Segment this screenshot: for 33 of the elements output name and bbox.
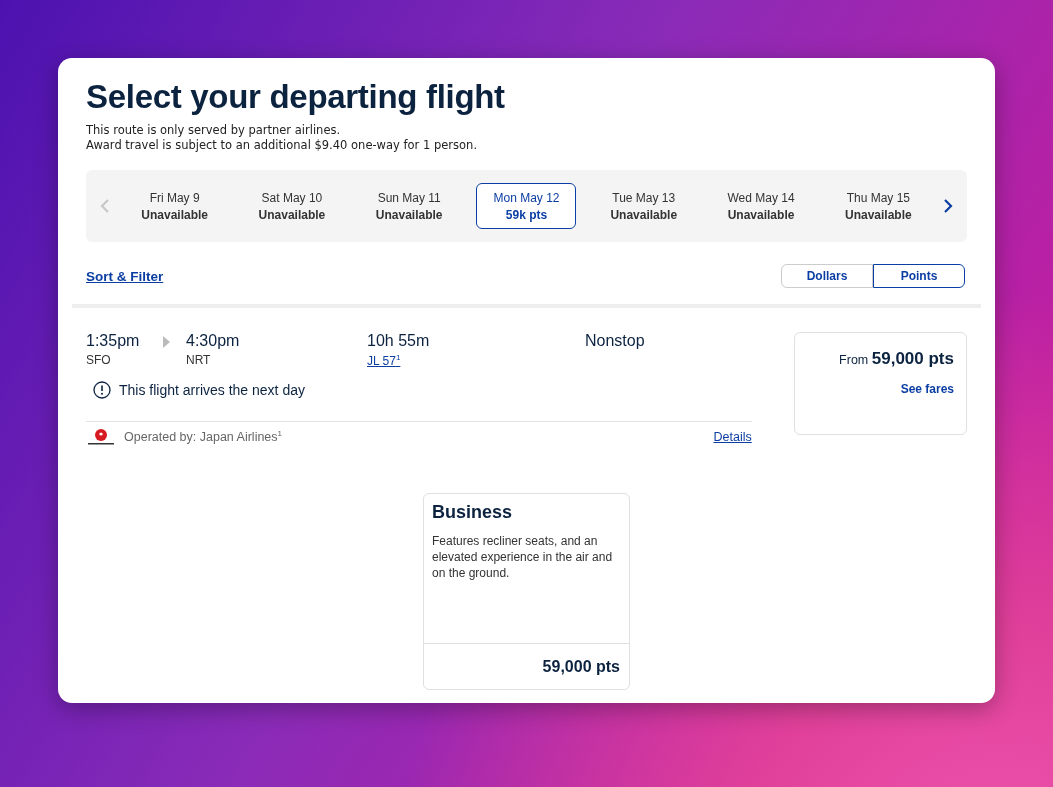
date-tab[interactable]: Sat May 10 Unavailable bbox=[241, 183, 342, 229]
from-price: From 59,000 pts bbox=[839, 349, 954, 369]
flight-duration: 10h 55m bbox=[367, 332, 430, 350]
date-tab[interactable]: Fri May 9 Unavailable bbox=[124, 183, 225, 229]
see-fares-link[interactable]: See fares bbox=[900, 382, 954, 396]
date-tab[interactable]: Mon May 12 59k pts bbox=[476, 183, 577, 229]
arrival-airport: NRT bbox=[186, 353, 212, 367]
fare-card[interactable]: Business Features recliner seats, and an elevated experience in the air and on the ground. 59,000 pts bbox=[423, 493, 630, 690]
triangle-right-icon bbox=[162, 336, 172, 348]
currency-toggle-button[interactable]: Dollars bbox=[781, 264, 873, 288]
date-tab[interactable]: Wed May 14 Unavailable bbox=[711, 183, 812, 229]
date-tab[interactable]: Sun May 11 Unavailable bbox=[359, 183, 460, 229]
date-tab[interactable]: Tue May 13 Unavailable bbox=[593, 183, 694, 229]
departure-airport: SFO bbox=[86, 353, 112, 367]
info-text: Award travel is subject to an additional $9.40 one-way for 1 person. bbox=[86, 138, 479, 153]
currency-toggle-button[interactable]: Points bbox=[873, 264, 965, 288]
departure-time: 1:35pm bbox=[86, 332, 141, 350]
cabin-description: Features recliner seats, and an elevated experience in the air and on the ground. bbox=[432, 533, 614, 581]
operated-by-text: Operated by: Japan Airlines$^{1}$ bbox=[124, 429, 284, 445]
date-tab[interactable]: Thu May 15 Unavailable bbox=[828, 183, 929, 229]
stops-label: Nonstop bbox=[585, 332, 645, 350]
fare-price: 59,000 pts bbox=[542, 657, 620, 676]
info-text: This route is only served by partner airlines. bbox=[86, 123, 342, 138]
cabin-name: Business bbox=[432, 502, 514, 523]
page-title: Select your departing flight bbox=[86, 78, 506, 116]
sort-filter-link[interactable]: Sort & Filter bbox=[86, 268, 164, 284]
flight-number-link[interactable]: JL 57$^{1}$ bbox=[367, 353, 401, 368]
airline-logo-icon bbox=[86, 428, 116, 446]
arrival-time: 4:30pm bbox=[186, 332, 241, 350]
info-icon bbox=[93, 381, 111, 399]
details-link[interactable]: Details bbox=[713, 430, 752, 444]
price-card[interactable]: From 59,000 pts See fares bbox=[793, 332, 967, 435]
next-day-notice: This flight arrives the next day bbox=[119, 382, 305, 398]
